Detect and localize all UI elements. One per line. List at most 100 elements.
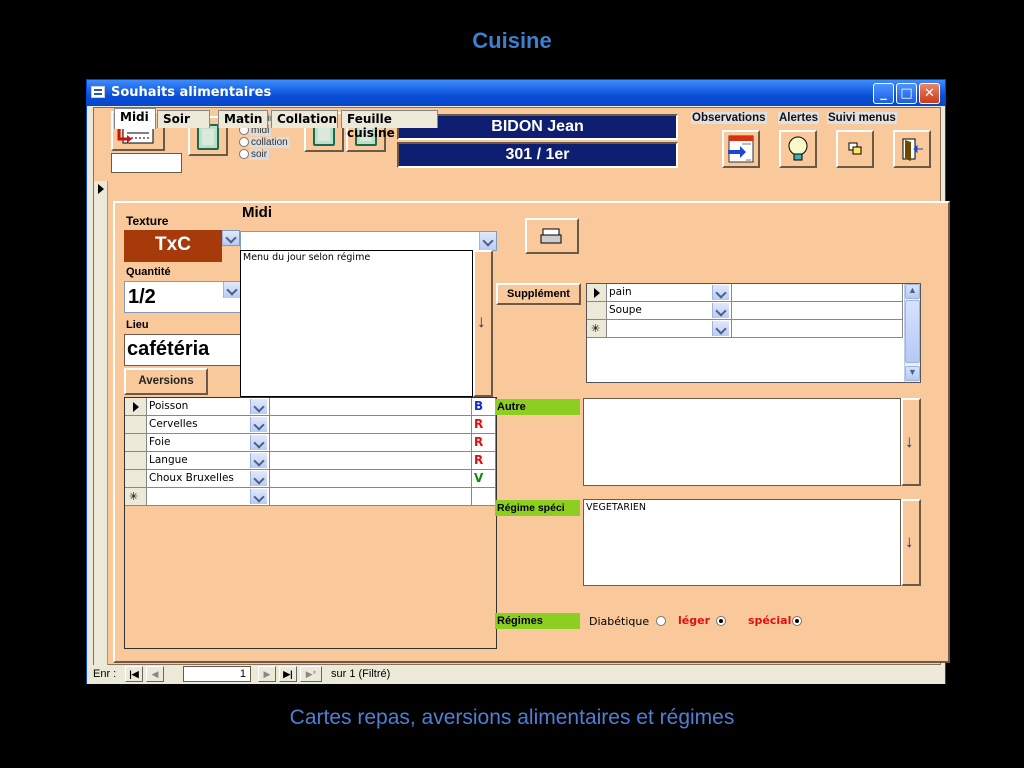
scroll-down-icon[interactable]: ▼ [905, 366, 920, 381]
dropdown-arrow-icon[interactable] [222, 231, 239, 245]
aversion-note[interactable] [270, 488, 472, 506]
regime-scroll-button[interactable]: ↓ [901, 499, 921, 586]
dropdown-arrow-icon[interactable] [250, 453, 267, 468]
current-row-arrow-icon [594, 288, 600, 298]
row-selector[interactable]: ✳ [125, 488, 147, 506]
aversion-note[interactable] [270, 398, 472, 416]
dropdown-arrow-icon[interactable] [250, 399, 267, 414]
dropdown-arrow-icon[interactable] [250, 435, 267, 450]
scroll-up-icon[interactable]: ▲ [905, 284, 920, 299]
dropdown-arrow-icon[interactable] [712, 285, 729, 300]
regime-diabetique-radio[interactable] [656, 616, 666, 626]
print-button[interactable] [525, 218, 579, 254]
row-selector[interactable] [125, 470, 147, 488]
alertes-button[interactable] [779, 130, 817, 168]
lieu-field[interactable]: cafétéria [124, 334, 241, 366]
dropdown-arrow-icon[interactable] [479, 232, 496, 250]
radio-soir[interactable]: soir [239, 149, 299, 161]
row-selector[interactable] [125, 452, 147, 470]
regime-speci-textarea[interactable]: VEGETARIEN [583, 499, 901, 586]
dropdown-arrow-icon[interactable] [223, 282, 240, 298]
dropdown-arrow-icon[interactable] [250, 489, 267, 504]
dropdown-arrow-icon[interactable] [712, 321, 729, 336]
row-selector[interactable] [125, 416, 147, 434]
maximize-button[interactable]: □ [896, 83, 917, 104]
minimize-button[interactable]: _ [873, 83, 894, 104]
quantite-combo[interactable]: 1/2 [124, 281, 241, 313]
row-selector[interactable] [587, 284, 607, 302]
tab-soir[interactable]: Soir [157, 110, 210, 128]
down-arrow-icon: ↓ [905, 532, 914, 551]
lieu-label: Lieu [126, 319, 149, 331]
supplement-row[interactable]: Soupe [587, 302, 903, 320]
row-selector[interactable] [587, 302, 607, 320]
form-icon [91, 86, 105, 98]
supplement-row[interactable]: pain [587, 284, 903, 302]
record-selector[interactable] [94, 181, 108, 665]
last-record-button[interactable]: ▶| [279, 666, 297, 682]
regime-special-radio[interactable] [792, 616, 802, 626]
aversion-row[interactable]: Poisson B [125, 398, 496, 416]
observations-label: Observations [691, 112, 767, 124]
dropdown-arrow-icon[interactable] [250, 417, 267, 432]
menu-scroll-button[interactable]: ↓ [473, 250, 493, 397]
radio-collation[interactable]: collation [239, 137, 299, 149]
tab-feuille-cuisine[interactable]: Feuille cuisine [341, 110, 438, 140]
aversion-note[interactable] [270, 416, 472, 434]
regime-speci-label: Régime spéci [495, 500, 580, 516]
suivi-menus-label: Suivi menus [827, 112, 897, 124]
aversion-code [472, 488, 496, 506]
aversion-note[interactable] [270, 470, 472, 488]
radio-circle[interactable] [239, 137, 249, 148]
supplement-button[interactable]: Supplément [496, 283, 581, 305]
aversion-row[interactable]: ✳ [125, 488, 496, 506]
supplement-note[interactable] [732, 302, 903, 320]
header-small-field[interactable] [111, 153, 182, 173]
tab-midi[interactable]: Midi [114, 108, 156, 129]
row-selector[interactable] [125, 398, 147, 416]
autre-textarea[interactable] [583, 398, 901, 486]
menu-du-jour-textarea[interactable]: Menu du jour selon régime [240, 250, 473, 397]
supplement-scrollbar[interactable]: ▲ ▼ [904, 284, 920, 382]
exit-button[interactable] [893, 130, 931, 168]
window-titlebar[interactable]: Souhaits alimentaires _ □ ✕ [87, 80, 945, 106]
radio-label: collation [249, 137, 290, 148]
row-selector[interactable]: ✳ [587, 320, 607, 338]
regime-leger-radio[interactable] [716, 616, 726, 626]
texture-combo[interactable]: TxC [124, 230, 240, 262]
supplement-row[interactable]: ✳ [587, 320, 903, 338]
supplement-note[interactable] [732, 320, 903, 338]
aversion-row[interactable]: Foie R [125, 434, 496, 452]
row-selector[interactable] [125, 434, 147, 452]
first-record-button[interactable]: |◀ [125, 666, 143, 682]
dropdown-arrow-icon[interactable] [250, 471, 267, 486]
aversion-note[interactable] [270, 434, 472, 452]
new-record-button[interactable]: ▶* [300, 666, 322, 682]
supplement-grid: pain Soupe ✳ ▲ ▼ [586, 283, 921, 383]
suivi-menus-button[interactable] [836, 130, 874, 168]
regime-special-label: spécial [748, 614, 792, 627]
previous-record-button[interactable]: ◀ [146, 666, 164, 682]
dropdown-arrow-icon[interactable] [712, 303, 729, 318]
lightbulb-icon [788, 136, 808, 161]
supplement-note[interactable] [732, 284, 903, 302]
record-navigation-bar: Enr : |◀ ◀ 1 ▶ ▶| ▶* sur 1 (Filtré) [87, 665, 945, 684]
record-number-field[interactable]: 1 [183, 666, 251, 682]
autre-scroll-button[interactable]: ↓ [901, 398, 921, 486]
aversion-row[interactable]: Cervelles R [125, 416, 496, 434]
observations-button[interactable] [722, 130, 760, 168]
aversions-button[interactable]: Aversions [124, 368, 208, 395]
aversion-note[interactable] [270, 452, 472, 470]
tab-matin[interactable]: Matin [218, 110, 268, 128]
next-record-button[interactable]: ▶ [258, 666, 276, 682]
close-button[interactable]: ✕ [919, 83, 940, 104]
radio-circle[interactable] [239, 149, 249, 160]
tab-collation[interactable]: Collation [271, 110, 338, 128]
radio-label: soir [249, 149, 270, 160]
aversion-row[interactable]: Choux Bruxelles V [125, 470, 496, 488]
form-body: matin midi collation soir BIDON Jean 301… [93, 107, 950, 665]
aversion-row[interactable]: Langue R [125, 452, 496, 470]
window-title: Souhaits alimentaires [111, 85, 272, 100]
menu-combo[interactable] [240, 231, 497, 251]
scroll-thumb[interactable] [905, 300, 920, 363]
